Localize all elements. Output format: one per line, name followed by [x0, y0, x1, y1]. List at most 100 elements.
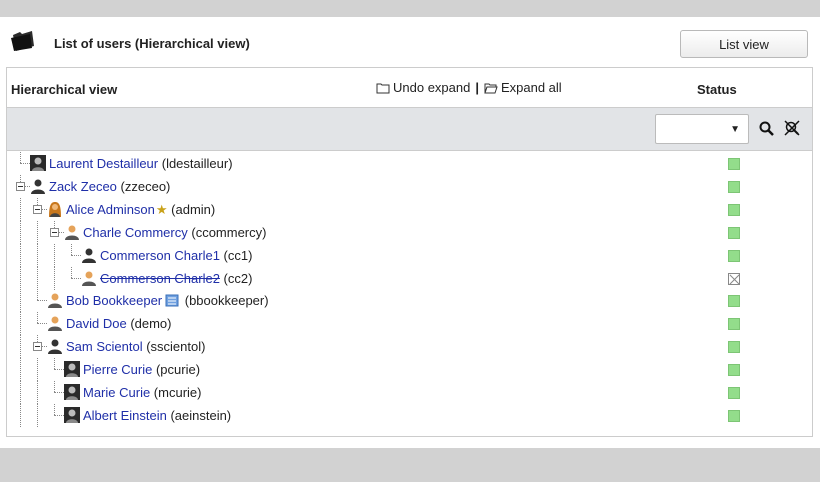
tree-connector — [20, 289, 21, 313]
top-frame-strip — [0, 0, 820, 17]
tree-connector — [20, 381, 21, 404]
user-name-link[interactable]: Marie Curie — [83, 385, 150, 400]
chevron-down-icon: ▼ — [730, 124, 740, 135]
user-name-link[interactable]: Bob Bookkeeper — [66, 293, 162, 308]
user-dark-icon — [30, 178, 46, 194]
tree-connector — [54, 369, 64, 371]
tree-connector — [20, 403, 21, 427]
user-female-icon — [47, 201, 63, 217]
tree-connector — [54, 358, 55, 370]
expand-all-link[interactable]: Expand all — [501, 80, 562, 95]
user-entry: Pierre Curie (pcurie) — [83, 362, 200, 377]
tree-connector — [20, 312, 21, 336]
search-icon[interactable] — [758, 120, 776, 138]
tree-connector — [54, 414, 64, 416]
table-row: Alice Adminson★ (admin) — [7, 197, 812, 221]
tree-connector — [71, 243, 72, 255]
user-entry: Bob Bookkeeper (bbookkeeper) — [66, 293, 269, 308]
user-name-link[interactable]: David Doe — [66, 316, 127, 331]
status-enabled-icon — [728, 341, 740, 354]
user-entry: Marie Curie (mcurie) — [83, 385, 201, 400]
status-enabled-icon — [728, 409, 740, 422]
clear-filter-icon[interactable] — [783, 119, 801, 137]
table-row: Pierre Curie (pcurie) — [7, 358, 812, 382]
tree-connector — [20, 243, 21, 267]
status-enabled-icon — [728, 387, 740, 399]
table-header: Hierarchical view Undo expand | Expand a… — [7, 68, 812, 108]
tree-connector — [20, 163, 30, 164]
user-entry: Commerson Charle1 (cc1) — [100, 248, 252, 263]
user-login: (pcurie) — [152, 362, 201, 378]
list-view-button[interactable]: List view — [680, 30, 808, 58]
collapse-toggle-icon[interactable] — [33, 342, 42, 352]
tree-connector — [37, 323, 47, 325]
tree-connector — [54, 243, 55, 267]
tree-connector — [37, 300, 47, 302]
table-row: Bob Bookkeeper (bbookkeeper) — [7, 289, 812, 313]
user-name-link[interactable]: Albert Einstein — [83, 408, 167, 423]
user-entry: Sam Scientol (sscientol) — [66, 339, 205, 354]
user-orange-icon — [64, 224, 80, 240]
tree-connector — [37, 289, 38, 301]
folder-closed-icon — [376, 83, 390, 93]
tree-connector — [37, 243, 38, 267]
photo-avatar-icon — [64, 406, 80, 423]
tree-connector — [37, 266, 38, 290]
column-header-status: Status — [697, 82, 737, 97]
status-enabled-icon — [728, 249, 740, 262]
tree-connector — [71, 254, 81, 256]
table-row: Albert Einstein (aeinstein) — [7, 403, 812, 427]
table-row: Charle Commercy (ccommercy) — [7, 220, 812, 244]
page-header: List of users (Hierarchical view) List v… — [8, 28, 812, 58]
user-login: (cc2) — [219, 270, 253, 286]
user-name-link[interactable]: Pierre Curie — [83, 362, 152, 377]
folder-open-icon — [484, 83, 498, 93]
table-row: Marie Curie (mcurie) — [7, 381, 812, 404]
user-name-link[interactable]: Commerson Charle1 — [100, 248, 220, 263]
user-name-link[interactable]: Laurent Destailleur — [49, 156, 158, 171]
tree-connector — [20, 197, 21, 221]
user-name-link[interactable]: Sam Scientol — [66, 339, 143, 354]
user-login: (ccommercy) — [187, 224, 267, 240]
user-name-link[interactable]: Commerson Charle2 — [100, 271, 220, 286]
tree-connector — [54, 381, 55, 392]
tree-connector — [54, 392, 64, 393]
photo-avatar-icon — [64, 384, 80, 400]
tree-connector — [20, 152, 21, 163]
user-entry: Charle Commercy (ccommercy) — [83, 225, 266, 240]
tree-connector — [37, 358, 38, 382]
collapse-toggle-icon[interactable] — [33, 204, 42, 214]
actions-separator: | — [475, 80, 479, 95]
user-login: (cc1) — [219, 247, 253, 263]
collapse-toggle-icon[interactable] — [16, 181, 25, 191]
table-row: Laurent Destailleur (ldestailleur) — [7, 152, 812, 174]
status-enabled-icon — [728, 180, 740, 193]
tree-connector — [20, 335, 21, 359]
user-name-link[interactable]: Alice Adminson — [66, 202, 155, 217]
tree-connector — [71, 266, 72, 278]
status-filter-select[interactable]: ▼ — [655, 114, 749, 144]
status-enabled-icon — [728, 295, 740, 308]
user-name-link[interactable]: Zack Zeceo — [49, 179, 117, 194]
collapse-toggle-icon[interactable] — [50, 227, 59, 237]
users-folder-icon — [11, 31, 34, 51]
tree-connector — [37, 381, 38, 404]
user-orange-icon — [47, 292, 63, 309]
column-header-hierarchical: Hierarchical view — [11, 82, 118, 97]
status-enabled-icon — [728, 203, 740, 216]
user-entry: Albert Einstein (aeinstein) — [83, 408, 231, 423]
user-dark-icon — [81, 247, 97, 263]
status-enabled-icon — [728, 158, 740, 170]
users-hierarchy-table: Hierarchical view Undo expand | Expand a… — [6, 67, 813, 437]
photo-avatar-icon — [64, 361, 80, 378]
status-enabled-icon — [728, 226, 740, 239]
user-entry: Commerson Charle2 (cc2) — [100, 271, 252, 286]
undo-expand-link[interactable]: Undo expand — [393, 80, 470, 95]
status-disabled-icon — [728, 272, 740, 285]
page-title: List of users (Hierarchical view) — [54, 36, 250, 51]
user-login: (demo) — [126, 316, 172, 332]
user-name-link[interactable]: Charle Commercy — [83, 225, 188, 240]
user-login: (ldestailleur) — [158, 156, 233, 171]
tree-connector — [20, 220, 21, 244]
user-dark-icon — [47, 338, 63, 355]
